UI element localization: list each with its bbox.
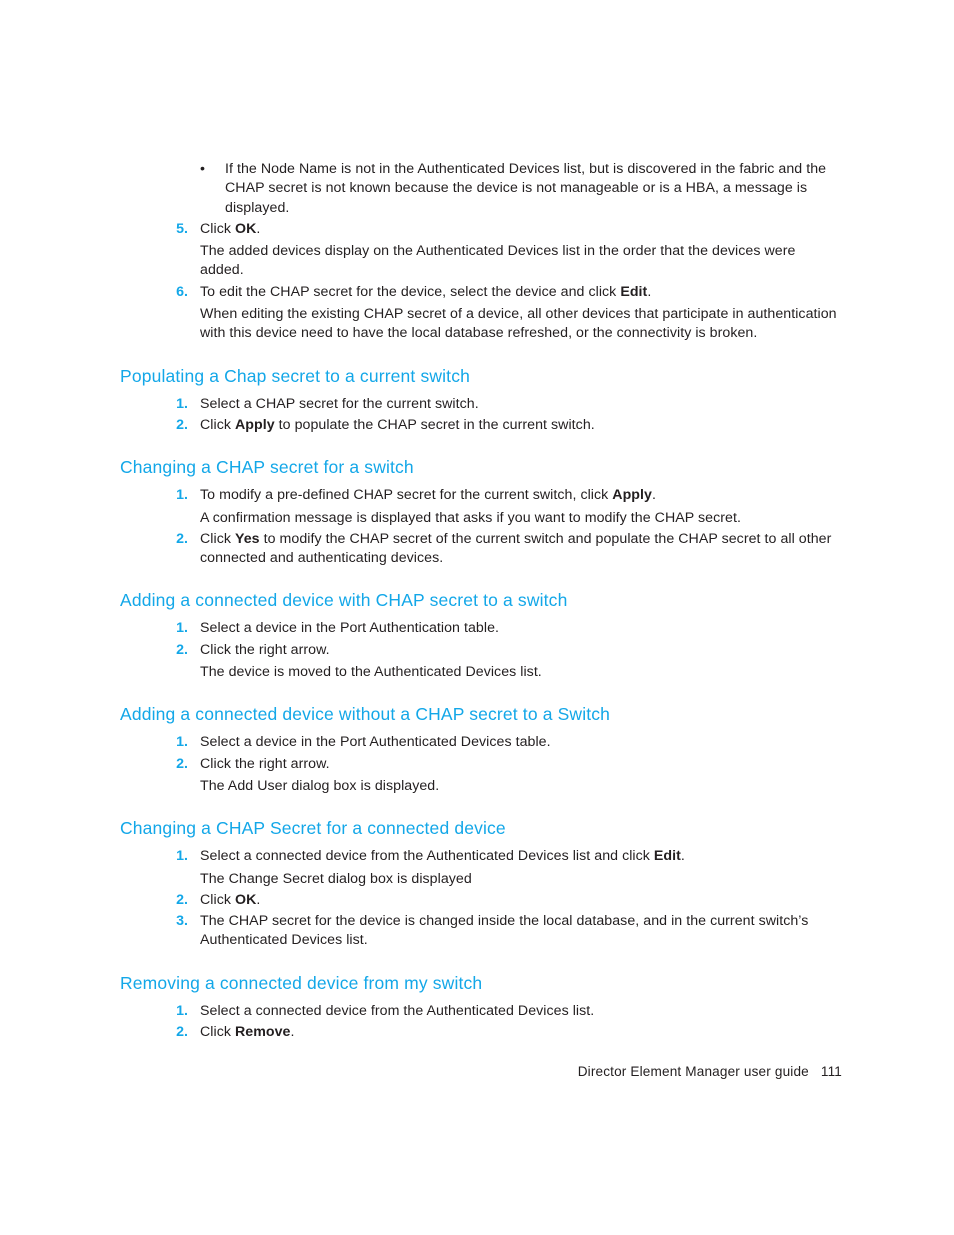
ui-control-name: Edit [620,283,648,300]
list-item-text: Select a CHAP secret for the current swi… [200,395,479,412]
page-content: • If the Node Name is not in the Authenti… [120,160,840,1044]
list-item-text: Select a connected device from the Authe… [200,848,685,865]
list-item-marker: 2. [176,530,188,547]
list-item-marker: 1. [176,734,188,751]
list-item-text: Click Remove. [200,1024,295,1041]
ui-control-name: Remove [234,1024,291,1041]
bullet-glyph-icon: • [200,161,205,177]
list-item-text: Click the right arrow. [200,641,330,658]
list-item-continuation: A confirmation message is displayed that… [200,509,741,526]
list-item: 5. Click OK. The added devices display on … [120,220,840,281]
ui-control-name: Apply [234,416,275,433]
section-step-list: 1. Select a connected device from the Aut… [120,847,840,950]
footer-page-number: 111 [820,1064,842,1079]
list-item: 1. Select a device in the Port Authentica… [120,619,840,638]
list-item: 2. Click Remove. [120,1023,840,1042]
list-item: 1. To modify a pre-defined CHAP secret fo… [120,486,840,528]
list-item: 2. Click the right arrow. The Add User dia… [120,755,840,797]
list-item-text: Select a connected device from the Authe… [200,1002,595,1019]
section-step-list: 1. Select a device in the Port Authentica… [120,733,840,796]
ui-control-name: OK [234,891,257,908]
section-heading: Removing a connected device from my swit… [120,972,483,993]
list-item-marker: 6. [176,283,188,300]
ui-control-name: Apply [612,487,652,504]
list-item-continuation: The Change Secret dialog box is displaye… [200,870,472,887]
list-item-text: The CHAP secret for the device is change… [200,913,809,949]
section-step-list: 1. Select a device in the Port Authentica… [120,619,840,682]
list-item: 1. Select a CHAP secret for the current s… [120,395,840,414]
ui-control-name: OK [234,220,257,237]
bullet-list-item-text: If the Node Name is not in the Authentic… [225,161,827,216]
list-item-marker: 2. [176,755,188,772]
list-item-text: To modify a pre-defined CHAP secret for … [200,487,656,504]
list-item-marker: 2. [176,891,188,908]
page-footer: Director Element Manager user guide 111 [0,1064,842,1079]
list-item-continuation: When editing the existing CHAP secret of… [200,306,837,342]
list-item: 1. Select a connected device from the Aut… [120,847,840,889]
list-item-marker: 1. [176,487,188,504]
continued-bullet-list: • If the Node Name is not in the Authenti… [120,160,840,218]
section-heading: Changing a CHAP Secret for a connected d… [120,818,506,839]
list-item-text: Select a device in the Port Authenticati… [200,620,500,637]
section-step-list: 1. Select a CHAP secret for the current s… [120,395,840,436]
list-item: 3. The CHAP secret for the device is chan… [120,912,840,951]
list-item: 6. To edit the CHAP secret for the device… [120,283,840,344]
list-item-marker: 1. [176,848,188,865]
section-step-list: 1. Select a connected device from the Aut… [120,1002,840,1043]
footer-guide-title: Director Element Manager user guide [577,1064,809,1079]
continued-numbered-list: 5. Click OK. The added devices display on … [120,220,840,344]
list-item-marker: 1. [176,395,188,412]
list-item-marker: 2. [176,416,188,433]
list-item-text: Select a device in the Port Authenticate… [200,734,551,751]
section-heading: Populating a Chap secret to a current sw… [120,365,470,386]
list-item-text: Click OK. [200,220,261,237]
list-item-continuation: The device is moved to the Authenticated… [200,664,542,681]
list-item-marker: 1. [176,620,188,637]
list-item-continuation: The Add User dialog box is displayed. [200,777,440,794]
sections-container: Populating a Chap secret to a current sw… [120,366,840,1043]
list-item-text: Click OK. [200,891,261,908]
list-item: 2. Click OK. [120,891,840,910]
list-item-text: Click Apply to populate the CHAP secret … [200,416,595,433]
list-item: 2. Click Yes to modify the CHAP secret of… [120,530,840,569]
section-step-list: 1. To modify a pre-defined CHAP secret fo… [120,486,840,568]
ui-control-name: Edit [653,848,681,865]
list-item-marker: 2. [176,641,188,658]
section-heading: Changing a CHAP secret for a switch [120,457,414,478]
list-item-marker: 1. [176,1002,188,1019]
list-item-marker: 2. [176,1024,188,1041]
ui-control-name: Yes [234,530,260,547]
document-page: • If the Node Name is not in the Authenti… [0,0,954,1235]
list-item: 1. Select a device in the Port Authentica… [120,733,840,752]
list-item-text: Click the right arrow. [200,755,330,772]
section-heading: Adding a connected device with CHAP secr… [120,590,568,611]
list-item-text: Click Yes to modify the CHAP secret of t… [200,530,832,567]
list-item: 1. Select a connected device from the Aut… [120,1002,840,1021]
bullet-list-item: • If the Node Name is not in the Authenti… [120,160,840,218]
list-item-marker: 3. [176,913,188,930]
section-heading: Adding a connected device without a CHAP… [120,704,611,725]
list-item: 2. Click Apply to populate the CHAP secre… [120,416,840,435]
list-item: 2. Click the right arrow. The device is mo… [120,641,840,683]
list-item-continuation: The added devices display on the Authent… [200,243,796,279]
list-item-marker: 5. [176,220,188,237]
list-item-text: To edit the CHAP secret for the device, … [200,283,652,300]
